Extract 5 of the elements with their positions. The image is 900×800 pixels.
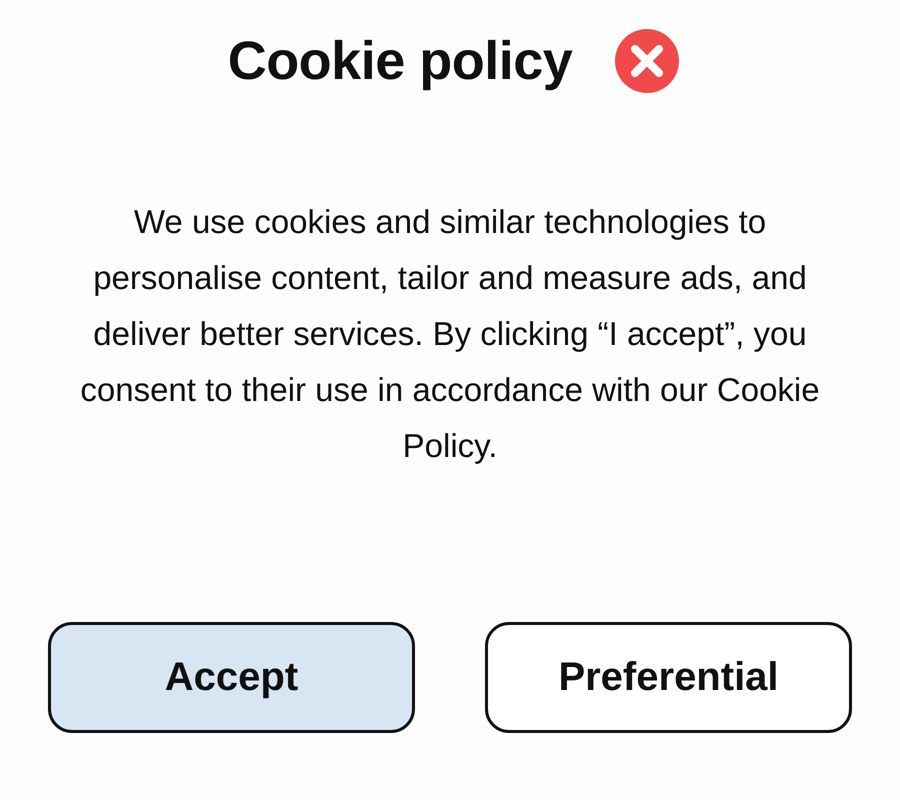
preferences-button[interactable]: Preferential xyxy=(485,622,852,733)
cookie-message: We use cookies and similar technologies to personalise content, tailor and measure ads, and deliver better services. By clicking “I accept”, you consent to their use in accordance with our Cookie Policy. xyxy=(79,202,821,466)
accept-button[interactable]: Accept xyxy=(48,622,415,733)
close-icon[interactable] xyxy=(614,28,680,94)
dialog-title: Cookie policy xyxy=(228,30,572,92)
